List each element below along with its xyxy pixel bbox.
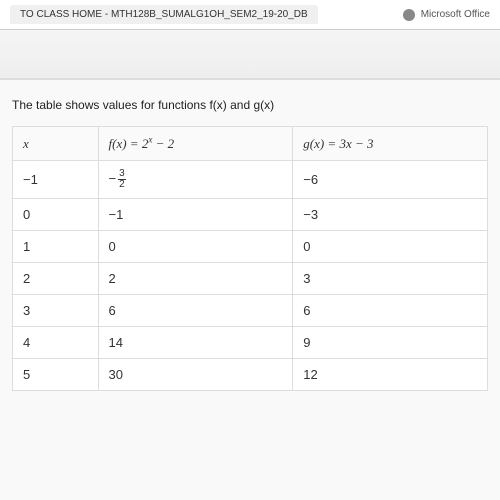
cell-g: 12 xyxy=(293,359,488,391)
cell-f: −1 xyxy=(98,199,293,231)
cell-x: 0 xyxy=(13,199,99,231)
table-row: −1−32−6 xyxy=(13,161,488,199)
content-area: The table shows values for functions f(x… xyxy=(0,30,500,500)
cell-g: −3 xyxy=(293,199,488,231)
office-label: Microsoft Office xyxy=(421,9,490,20)
header-band xyxy=(0,30,500,80)
cell-f: 6 xyxy=(98,295,293,327)
table-row: 100 xyxy=(13,231,488,263)
table-row: 0−1−3 xyxy=(13,199,488,231)
browser-chrome: TO CLASS HOME - MTH128B_SUMALG1OH_SEM2_1… xyxy=(0,0,500,30)
cell-x: 3 xyxy=(13,295,99,327)
question-area: The table shows values for functions f(x… xyxy=(0,80,500,500)
cell-f: 2 xyxy=(98,263,293,295)
cell-g: 6 xyxy=(293,295,488,327)
cell-x: 2 xyxy=(13,263,99,295)
cell-x: −1 xyxy=(13,161,99,199)
table-row: 53012 xyxy=(13,359,488,391)
header-g: g(x) = 3x − 3 xyxy=(293,127,488,161)
tab-title-text: TO CLASS HOME - MTH128B_SUMALG1OH_SEM2_1… xyxy=(20,9,308,20)
cell-x: 1 xyxy=(13,231,99,263)
browser-top-right: Microsoft Office xyxy=(403,9,490,21)
cell-f: 14 xyxy=(98,327,293,359)
cell-f: 0 xyxy=(98,231,293,263)
cell-g: 9 xyxy=(293,327,488,359)
table-header-row: x f(x) = 2x − 2 g(x) = 3x − 3 xyxy=(13,127,488,161)
table-body: −1−32−60−1−3100223366414953012 xyxy=(13,161,488,391)
header-x: x xyxy=(13,127,99,161)
cell-f: 30 xyxy=(98,359,293,391)
cell-x: 5 xyxy=(13,359,99,391)
header-f: f(x) = 2x − 2 xyxy=(98,127,293,161)
table-row: 4149 xyxy=(13,327,488,359)
cell-g: −6 xyxy=(293,161,488,199)
values-table: x f(x) = 2x − 2 g(x) = 3x − 3 −1−32−60−1… xyxy=(12,126,488,391)
cell-g: 0 xyxy=(293,231,488,263)
cell-x: 4 xyxy=(13,327,99,359)
cell-g: 3 xyxy=(293,263,488,295)
question-prompt: The table shows values for functions f(x… xyxy=(12,98,488,112)
browser-tab[interactable]: TO CLASS HOME - MTH128B_SUMALG1OH_SEM2_1… xyxy=(10,5,318,24)
cell-f: −32 xyxy=(98,161,293,199)
table-row: 223 xyxy=(13,263,488,295)
table-row: 366 xyxy=(13,295,488,327)
app-icon xyxy=(403,9,415,21)
